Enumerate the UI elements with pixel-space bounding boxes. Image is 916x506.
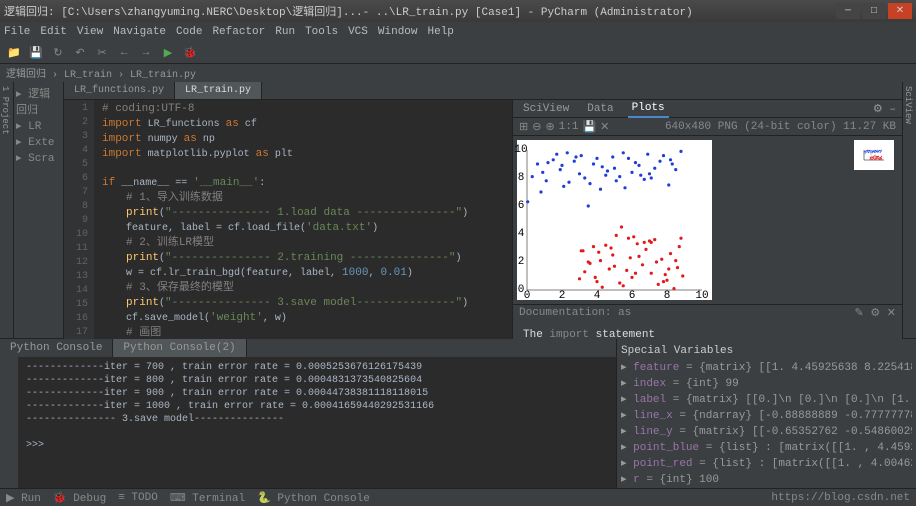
back-icon[interactable]: ← <box>116 45 132 61</box>
menu-window[interactable]: Window <box>378 26 418 38</box>
proj-item[interactable]: ▸ LR <box>16 118 61 134</box>
svg-text:4: 4 <box>518 228 525 240</box>
close-plot-icon[interactable]: ✕ <box>600 120 609 134</box>
zoom-out-icon[interactable]: ⊖ <box>532 120 541 134</box>
svg-text:6: 6 <box>518 200 525 212</box>
menu-navigate[interactable]: Navigate <box>113 26 166 38</box>
svg-text:0: 0 <box>518 284 525 296</box>
svg-text:10: 10 <box>695 290 708 302</box>
menu-file[interactable]: File <box>4 26 30 38</box>
menu-run[interactable]: Run <box>275 26 295 38</box>
var-row[interactable]: ▸ line_y = {matrix} [[-0.65352762 -0.548… <box>621 423 912 439</box>
status-run[interactable]: ▶ Run <box>6 491 41 505</box>
undo-icon[interactable]: ↶ <box>72 45 88 61</box>
menu-help[interactable]: Help <box>428 26 454 38</box>
status-debug[interactable]: 🐞 Debug <box>53 491 106 505</box>
console-tabs: Python Console Python Console(2) <box>0 339 616 357</box>
var-row[interactable]: ▸ index = {int} 99 <box>621 375 912 391</box>
zoom-ratio[interactable]: 1:1 <box>559 121 579 133</box>
title-bar: 逻辑回归: [C:\Users\zhangyuming.NERC\Desktop… <box>0 0 916 22</box>
var-row[interactable]: ▸ point_blue = {list} : [matrix([[1. , 4… <box>621 439 912 455</box>
svg-text:4: 4 <box>594 290 601 302</box>
right-stripe[interactable]: SciView <box>902 82 916 338</box>
doc-edit-icon[interactable]: ✎ ⚙ ✕ <box>855 306 897 320</box>
grid-icon[interactable]: ⊞ <box>519 120 528 134</box>
menu-code[interactable]: Code <box>176 26 202 38</box>
cut-icon[interactable]: ✂ <box>94 45 110 61</box>
svg-text:2: 2 <box>559 290 566 302</box>
var-row[interactable]: ▸ point_red = {list} : [matrix([[1. , 4.… <box>621 455 912 471</box>
status-todo[interactable]: ≡ TODO <box>118 492 158 504</box>
tab-sciview[interactable]: SciView <box>519 101 573 117</box>
sciview-tabs: SciView Data Plots ⚙ ‒ <box>513 100 902 118</box>
scatter-plot[interactable]: 00 2 2 4 4 6 6 8 8 10 10 <box>517 140 712 300</box>
save-plot-icon[interactable]: 💾 <box>582 120 596 134</box>
status-bar: ▶ Run 🐞 Debug ≡ TODO ⌨ Terminal 🐍 Python… <box>0 488 916 506</box>
editor-tab[interactable]: LR_functions.py <box>64 82 175 99</box>
gear-icon[interactable]: ⚙ ‒ <box>873 102 896 116</box>
breadcrumb[interactable]: 逻辑回归 › LR_train › LR_train.py <box>0 64 916 82</box>
proj-item[interactable]: ▸ 逻辑回归 <box>16 84 61 118</box>
close-button[interactable]: ✕ <box>888 3 912 19</box>
menu-bar: File Edit View Navigate Code Refactor Run Tools… <box>0 22 916 42</box>
variables-panel[interactable]: Special Variables ▸ feature = {matrix} [… <box>616 339 916 488</box>
status-url: https://blog.csdn.net <box>771 492 910 504</box>
vars-header: Special Variables <box>621 343 912 359</box>
tab-pyconsole[interactable]: Python Console <box>0 339 113 357</box>
proj-item[interactable]: ▸ Scra <box>16 150 61 166</box>
fwd-icon[interactable]: → <box>138 45 154 61</box>
var-row[interactable]: ▸ label = {matrix} [[0.]\n [0.]\n [0.]\n… <box>621 391 912 407</box>
menu-edit[interactable]: Edit <box>40 26 66 38</box>
open-icon[interactable]: 📁 <box>6 45 22 61</box>
tab-plots[interactable]: Plots <box>628 100 669 118</box>
var-row[interactable]: ▸ feature = {matrix} [[1. 4.45925638 8.2… <box>621 359 912 375</box>
status-terminal[interactable]: ⌨ Terminal <box>170 491 245 505</box>
menu-view[interactable]: View <box>77 26 103 38</box>
editor-tabs: LR_functions.pyLR_train.py <box>64 82 902 100</box>
minimize-button[interactable]: ─ <box>836 3 860 19</box>
menu-tools[interactable]: Tools <box>305 26 338 38</box>
left-stripe[interactable]: 1 Project <box>0 82 14 338</box>
doc-bar: Documentation: as ✎ ⚙ ✕ <box>513 304 902 320</box>
app-title: 逻辑回归: [C:\Users\zhangyuming.NERC\Desktop… <box>4 3 836 19</box>
svg-text:6: 6 <box>629 290 636 302</box>
var-row[interactable]: ▸ line_x = {ndarray} [-0.88888889 -0.777… <box>621 407 912 423</box>
var-row[interactable]: ▸ w = {matrix} [[1.39417775]\n [4.527177… <box>621 487 912 488</box>
plot-info: 640x480 PNG (24-bit color) 11.27 KB <box>665 121 896 133</box>
toolbar: 📁 💾 ↻ ↶ ✂ ← → ▶ 🐞 <box>0 42 916 64</box>
refresh-icon[interactable]: ↻ <box>50 45 66 61</box>
var-row[interactable]: ▸ r = {int} 100 <box>621 471 912 487</box>
debug-icon[interactable]: 🐞 <box>182 45 198 61</box>
console-gutter <box>0 357 18 488</box>
svg-text:2: 2 <box>518 256 525 268</box>
console-output[interactable]: -------------iter = 700 , train error ra… <box>18 357 616 488</box>
save-icon[interactable]: 💾 <box>28 45 44 61</box>
status-pyconsole[interactable]: 🐍 Python Console <box>257 491 370 505</box>
maximize-button[interactable]: □ <box>862 3 886 19</box>
tab-data[interactable]: Data <box>583 101 617 117</box>
proj-item[interactable]: ▸ Exte <box>16 134 61 150</box>
editor-tab[interactable]: LR_train.py <box>175 82 262 99</box>
sciview-toolbar: ⊞ ⊖ ⊕ 1:1 💾 ✕ 640x480 PNG (24-bit color)… <box>513 118 902 136</box>
svg-text:8: 8 <box>518 172 525 184</box>
zoom-in-icon[interactable]: ⊕ <box>545 120 554 134</box>
svg-text:0: 0 <box>524 290 531 302</box>
menu-refactor[interactable]: Refactor <box>212 26 265 38</box>
plot-thumbnail[interactable] <box>854 140 894 170</box>
menu-vcs[interactable]: VCS <box>348 26 368 38</box>
run-icon[interactable]: ▶ <box>160 45 176 61</box>
tab-pyconsole2[interactable]: Python Console(2) <box>113 339 246 357</box>
svg-text:8: 8 <box>664 290 671 302</box>
svg-text:10: 10 <box>514 144 527 156</box>
project-tree[interactable]: ▸ 逻辑回归▸ LR▸ Exte▸ Scra <box>14 82 64 338</box>
